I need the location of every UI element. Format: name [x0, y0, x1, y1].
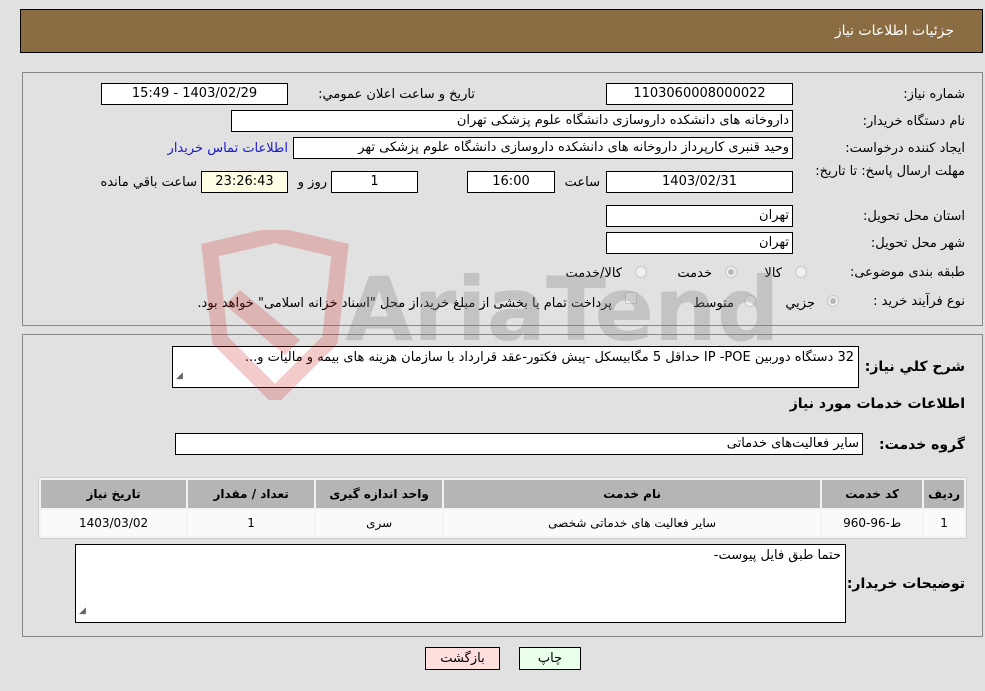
col-service-code: کد خدمت [822, 480, 923, 508]
description-label: شرح کلي نیاز: [864, 359, 965, 375]
purchase-radio-minor[interactable] [827, 295, 839, 307]
city-field[interactable]: تهران [606, 232, 793, 254]
need-number-label: شماره نیاز: [903, 87, 965, 102]
need-number-field[interactable]: 1103060008000022 [606, 83, 793, 105]
resize-grip-icon[interactable]: ◢ [176, 367, 183, 385]
announce-datetime-label: تاریخ و ساعت اعلان عمومي: [318, 87, 475, 102]
print-button[interactable]: چاپ [519, 647, 581, 670]
category-radio-service[interactable] [725, 266, 737, 278]
cell-need-date: 1403/03/02 [41, 510, 187, 536]
description-text: 32 دستگاه دوربین IP -POE حداقل 5 مگابیسک… [244, 350, 854, 365]
buyer-notes-text: حتما طبق فایل پیوست- [713, 548, 841, 563]
province-label: استان محل تحویل: [863, 209, 965, 224]
purchase-option-minor: جزيي [785, 296, 815, 311]
buyer-org-label: نام دستگاه خریدار: [862, 114, 965, 129]
services-section-title: اطلاعات خدمات مورد نیاز [789, 396, 965, 412]
category-radio-goods-service[interactable] [635, 266, 647, 278]
remaining-time-field: 23:26:43 [201, 171, 288, 193]
days-label: روز و [297, 175, 327, 190]
remaining-days-field[interactable]: 1 [331, 171, 418, 193]
page-header: جزئیات اطلاعات نیاز [20, 9, 983, 53]
col-unit: واحد اندازه گیری [316, 480, 443, 508]
purchase-type-label: نوع فرآیند خرید : [873, 294, 965, 309]
page-title: جزئیات اطلاعات نیاز [834, 23, 954, 39]
buyer-org-field[interactable]: داروخانه های دانشکده داروسازی دانشگاه عل… [231, 110, 793, 132]
announce-datetime-field[interactable]: 1403/02/29 - 15:49 [101, 83, 288, 105]
category-option-goods-service: کالا/خدمت [565, 266, 622, 281]
table-header-row: ردیف کد خدمت نام خدمت واحد اندازه گیری ت… [41, 480, 964, 508]
service-group-label: گروه خدمت: [879, 437, 965, 453]
cell-row-number: 1 [924, 510, 964, 536]
col-row-number: ردیف [924, 480, 964, 508]
col-quantity: تعداد / مقدار [188, 480, 315, 508]
deadline-date-field[interactable]: 1403/02/31 [606, 171, 793, 193]
category-option-goods: کالا [764, 266, 782, 281]
requester-field[interactable]: وحید قنبری کارپرداز داروخانه های دانشکده… [293, 137, 793, 159]
treasury-note: پرداخت تمام یا بخشی از مبلغ خرید،از محل … [197, 296, 612, 311]
description-textarea[interactable]: 32 دستگاه دوربین IP -POE حداقل 5 مگابیسک… [172, 346, 859, 388]
service-group-field[interactable]: سایر فعالیت‌های خدماتی [175, 433, 863, 455]
col-need-date: تاریخ نیاز [41, 480, 187, 508]
category-label: طبقه بندی موضوعی: [849, 265, 965, 280]
cell-quantity: 1 [188, 510, 315, 536]
services-table: ردیف کد خدمت نام خدمت واحد اندازه گیری ت… [38, 477, 967, 539]
treasury-checkbox[interactable] [625, 292, 637, 304]
cell-service-code: ط-96-960 [822, 510, 923, 536]
buyer-notes-textarea[interactable]: حتما طبق فایل پیوست- ◢ [75, 544, 846, 623]
purchase-radio-medium[interactable] [744, 295, 756, 307]
deadline-time-label: ساعت [564, 175, 600, 190]
cell-unit: سری [316, 510, 443, 536]
table-row: 1 ط-96-960 سایر فعالیت های خدماتی شخصی س… [41, 510, 964, 536]
category-radio-goods[interactable] [795, 266, 807, 278]
city-label: شهر محل تحویل: [870, 236, 965, 251]
buyer-contact-link[interactable]: اطلاعات تماس خریدار [168, 141, 288, 156]
resize-grip-icon[interactable]: ◢ [79, 602, 86, 620]
deadline-time-field[interactable]: 16:00 [467, 171, 555, 193]
back-button[interactable]: بازگشت [425, 647, 500, 670]
buyer-notes-label: توضیحات خریدار: [846, 576, 965, 592]
requester-label: ایجاد کننده درخواست: [845, 141, 965, 156]
deadline-label: مهلت ارسال پاسخ: تا تاریخ: [815, 164, 965, 179]
purchase-option-medium: متوسط [693, 296, 734, 311]
province-field[interactable]: تهران [606, 205, 793, 227]
category-option-service: خدمت [677, 266, 712, 281]
col-service-name: نام خدمت [444, 480, 821, 508]
cell-service-name: سایر فعالیت های خدماتی شخصی [444, 510, 821, 536]
remaining-time-label: ساعت باقي مانده [100, 175, 197, 190]
